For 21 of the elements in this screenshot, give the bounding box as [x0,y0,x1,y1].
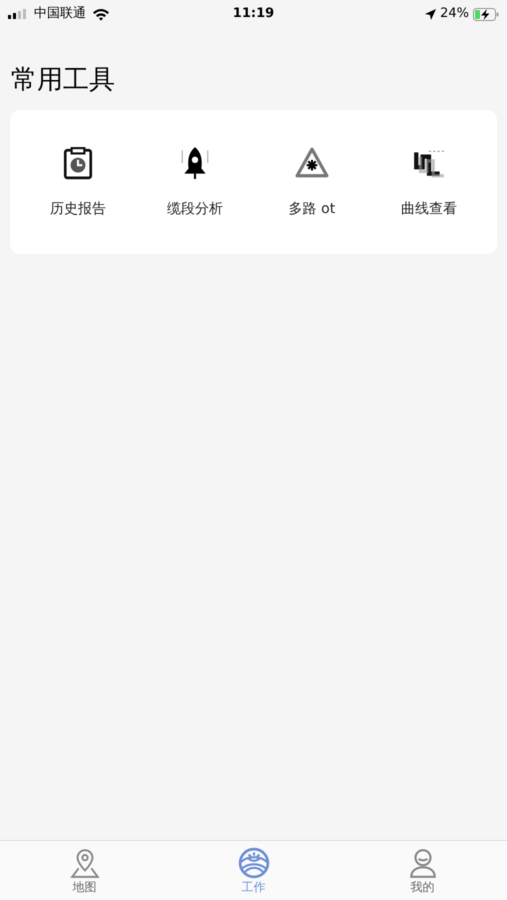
tab-label: 我的 [410,879,434,895]
warning-triangle-icon[interactable] [295,144,329,180]
tool-label[interactable]: 历史报告 [50,198,106,220]
section-title: 常用工具 [11,64,116,97]
tab-label: 地图 [72,879,96,895]
signal-icon [8,9,28,19]
tab-label: 工作 [242,879,266,895]
carrier-name: 中国联通 [34,5,86,24]
map-pin-icon [68,847,100,879]
battery-percent: 24% [440,5,469,24]
clipboard-clock-icon[interactable] [61,144,95,180]
location-arrow-icon [425,8,436,20]
tool-label[interactable]: 多路 ot [288,198,336,220]
status-time: 11:19 [232,5,274,24]
tab[interactable]: 我的 [382,847,462,900]
tool-label[interactable]: 缆段分析 [167,198,223,220]
globe-icon [238,847,270,879]
tool-label[interactable]: 曲线查看 [401,198,457,220]
tab[interactable]: 地图 [44,847,124,900]
wifi-icon [92,8,110,20]
battery-charging-icon [473,8,499,20]
